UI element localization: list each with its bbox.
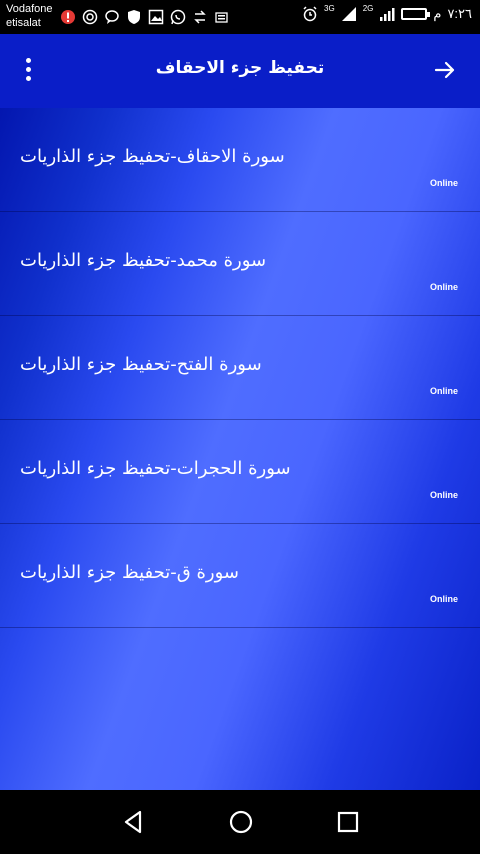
- target-icon: [82, 9, 98, 25]
- image-icon: [148, 9, 164, 25]
- list-item[interactable]: سورة الفتح-تحفيظ جزء الذاريات Online: [0, 316, 480, 420]
- carrier-name-2: etisalat: [6, 17, 41, 29]
- status-right: 3G 2G م ٧:٢٦: [302, 3, 472, 22]
- battery-icon: [401, 8, 431, 20]
- alert-icon: [61, 10, 75, 24]
- carrier-name-1: Vodafone: [6, 3, 53, 15]
- list-item-label: سورة محمد-تحفيظ جزء الذاريات: [20, 250, 267, 271]
- signal-icon-1: [341, 7, 356, 21]
- list-item-label: سورة الحجرات-تحفيظ جزء الذاريات: [20, 458, 291, 479]
- list-item[interactable]: سورة الحجرات-تحفيظ جزء الذاريات Online: [0, 420, 480, 524]
- sync-icon: [194, 10, 206, 24]
- storage-icon: [215, 12, 228, 23]
- list-item-label: سورة الاحقاف-تحفيظ جزء الذاريات: [20, 146, 285, 167]
- network-type-1: 3G: [324, 3, 335, 13]
- page-title: تحفيظ جزء الاحقاف: [155, 58, 325, 78]
- app-content: تحفيظ جزء الاحقاف سورة الاحقاف-تحفيظ جزء…: [0, 34, 480, 790]
- status-badge: Online: [429, 594, 458, 604]
- list-item-label: سورة ق-تحفيظ جزء الذاريات: [20, 562, 239, 583]
- nav-back-icon[interactable]: [120, 808, 148, 836]
- network-type-2: 2G: [362, 3, 374, 13]
- status-badge: Online: [429, 282, 458, 292]
- list-item[interactable]: سورة ق-تحفيظ جزء الذاريات Online: [0, 524, 480, 628]
- nav-home-icon[interactable]: [227, 808, 255, 836]
- status-badge: Online: [429, 490, 458, 500]
- chat-icon: [105, 10, 119, 24]
- list-item[interactable]: سورة محمد-تحفيظ جزء الذاريات Online: [0, 212, 480, 316]
- notification-icons: [60, 9, 230, 25]
- status-bar: Vodafone etisalat 3G 2G م ٧:٢٦: [0, 0, 480, 34]
- surah-list: سورة الاحقاف-تحفيظ جزء الذاريات Online س…: [0, 108, 480, 628]
- alarm-icon: [303, 6, 317, 22]
- navigation-bar: [0, 790, 480, 854]
- clock-time: ٧:٢٦: [447, 6, 472, 21]
- signal-icon-2: [380, 8, 395, 21]
- carrier-info: Vodafone etisalat: [6, 2, 53, 30]
- arrow-icon[interactable]: [434, 59, 456, 81]
- whatsapp-icon: [170, 9, 186, 25]
- more-vert-icon[interactable]: [20, 58, 36, 84]
- nav-recent-icon[interactable]: [334, 808, 362, 836]
- status-badge: Online: [429, 386, 458, 396]
- list-item[interactable]: سورة الاحقاف-تحفيظ جزء الذاريات Online: [0, 108, 480, 212]
- am-pm-label: م: [433, 6, 442, 21]
- shield-icon: [128, 10, 140, 24]
- app-toolbar: تحفيظ جزء الاحقاف: [0, 34, 480, 108]
- status-badge: Online: [429, 178, 458, 188]
- list-item-label: سورة الفتح-تحفيظ جزء الذاريات: [20, 354, 262, 375]
